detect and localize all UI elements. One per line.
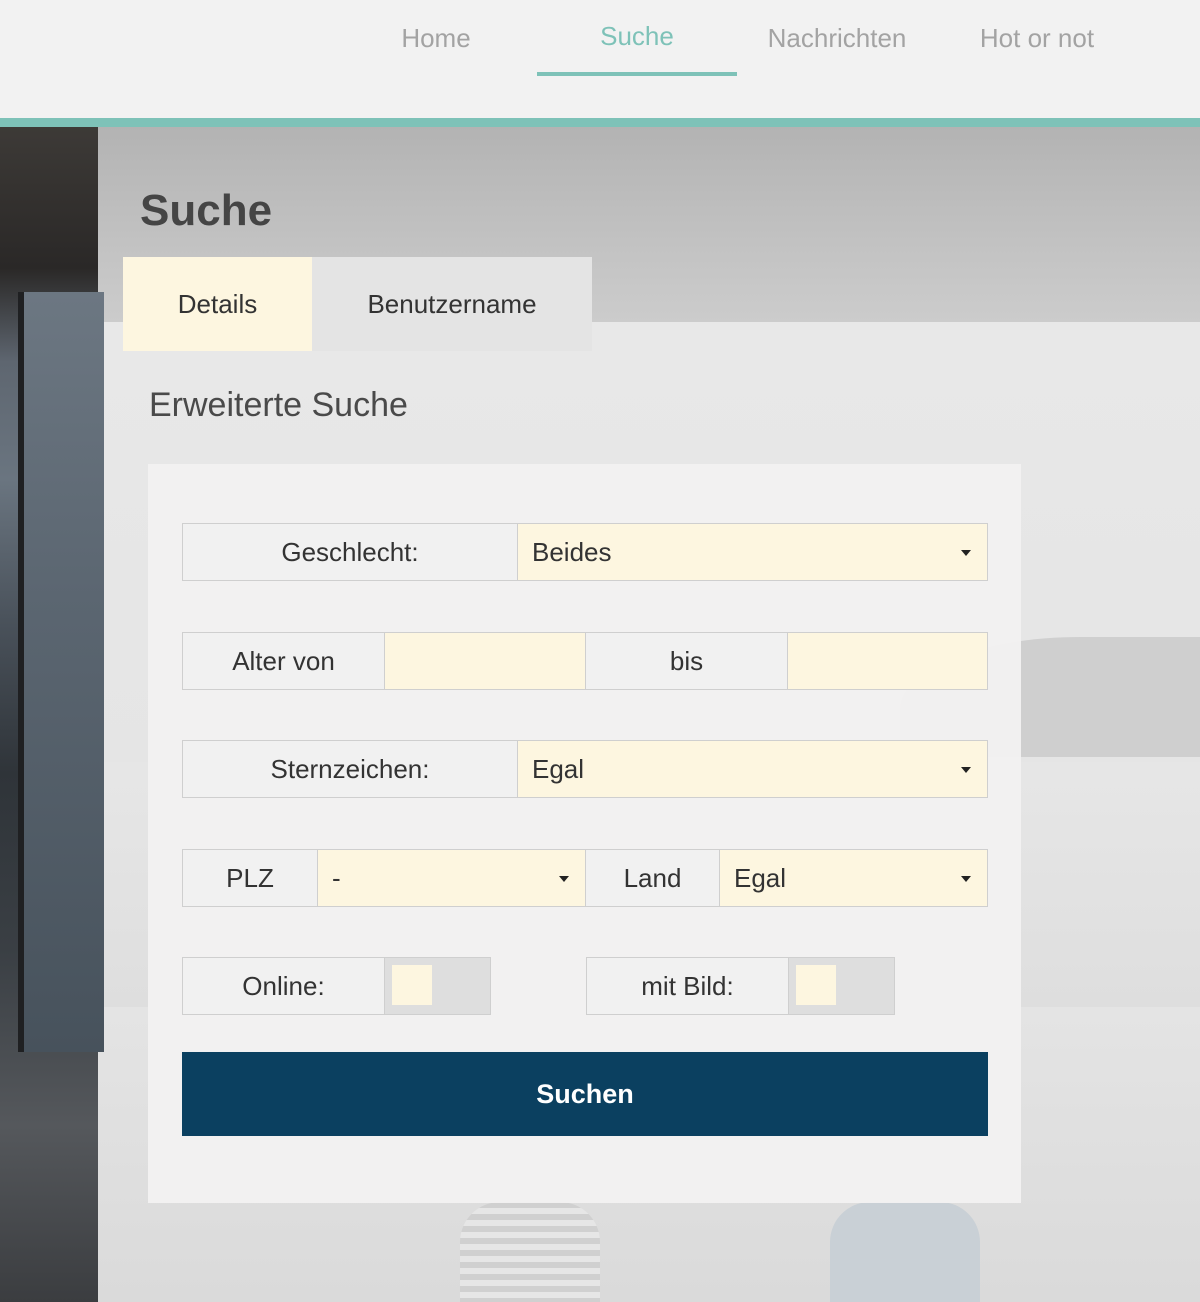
zip-label: PLZ xyxy=(182,849,318,907)
nav-accent-line xyxy=(0,118,1200,127)
background-person xyxy=(460,1202,600,1302)
with-picture-row: mit Bild: xyxy=(586,957,895,1015)
nav-item-hot-or-not[interactable]: Hot or not xyxy=(937,0,1137,76)
zip-select[interactable]: - xyxy=(318,849,586,907)
nav-item-home[interactable]: Home xyxy=(336,0,536,76)
online-label: Online: xyxy=(182,957,385,1015)
zodiac-select[interactable]: Egal xyxy=(518,740,988,798)
age-from-label: Alter von xyxy=(182,632,385,690)
online-toggle-knob xyxy=(392,965,432,1005)
chevron-down-icon xyxy=(559,876,569,882)
top-navigation: Home Suche Nachrichten Hot or not xyxy=(0,0,1200,118)
zodiac-label: Sternzeichen: xyxy=(182,740,518,798)
nav-item-nachrichten[interactable]: Nachrichten xyxy=(737,0,937,76)
search-submit-button[interactable]: Suchen xyxy=(182,1052,988,1136)
gender-row: Geschlecht: Beides xyxy=(182,523,988,581)
online-row: Online: xyxy=(182,957,491,1015)
location-row: PLZ - Land Egal xyxy=(182,849,988,907)
nav-item-suche[interactable]: Suche xyxy=(537,0,737,76)
search-tabs: Details Benutzername xyxy=(123,257,592,351)
side-strip-window xyxy=(18,292,104,1052)
gender-select-value: Beides xyxy=(532,536,612,567)
zodiac-row: Sternzeichen: Egal xyxy=(182,740,988,798)
age-to-input[interactable] xyxy=(788,632,988,690)
online-toggle[interactable] xyxy=(385,957,491,1015)
page-title: Suche xyxy=(140,186,273,235)
country-label: Land xyxy=(586,849,720,907)
age-from-input[interactable] xyxy=(385,632,586,690)
tab-benutzername[interactable]: Benutzername xyxy=(312,257,592,351)
tab-details[interactable]: Details xyxy=(123,257,312,351)
country-select-value: Egal xyxy=(734,862,787,893)
chevron-down-icon xyxy=(961,767,971,773)
with-picture-toggle[interactable] xyxy=(789,957,895,1015)
background-person-2 xyxy=(830,1202,980,1302)
gender-label: Geschlecht: xyxy=(182,523,518,581)
chevron-down-icon xyxy=(961,550,971,556)
left-side-strip xyxy=(0,127,104,1302)
with-picture-toggle-knob xyxy=(796,965,836,1005)
chevron-down-icon xyxy=(961,876,971,882)
zodiac-select-value: Egal xyxy=(532,753,585,784)
country-select[interactable]: Egal xyxy=(720,849,988,907)
zip-select-value: - xyxy=(332,862,341,893)
section-title: Erweiterte Suche xyxy=(149,386,408,424)
gender-select[interactable]: Beides xyxy=(518,523,988,581)
with-picture-label: mit Bild: xyxy=(586,957,789,1015)
age-row: Alter von bis xyxy=(182,632,988,690)
age-to-label: bis xyxy=(586,632,788,690)
